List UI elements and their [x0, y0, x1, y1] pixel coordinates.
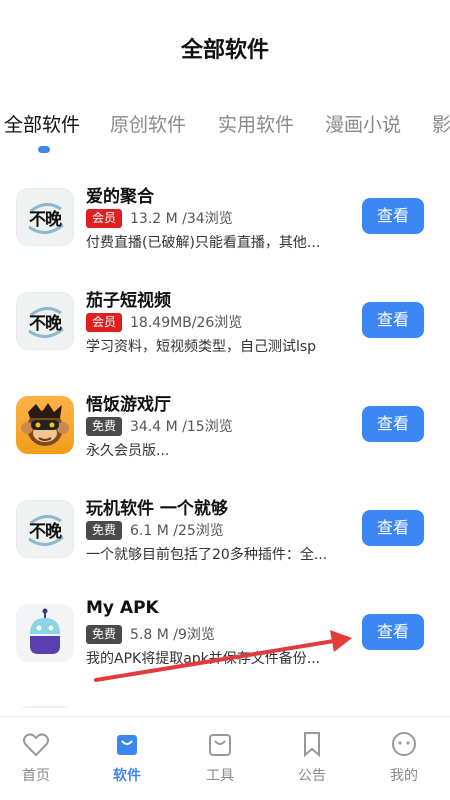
vip-badge: 会员 [86, 208, 123, 228]
nav-label: 软件 [113, 768, 141, 784]
view-button[interactable]: 查看 [362, 302, 424, 338]
free-badge: 免费 [86, 624, 123, 644]
view-button[interactable]: 查看 [362, 406, 424, 442]
list-item[interactable]: 不晚 茄子短视频 会员 18.49MB/26浏览 学习资料，短视频类型，自己测试… [0, 272, 450, 376]
header: 全部软件 [0, 0, 450, 100]
buwan-logo-icon: 不晚 [16, 292, 74, 350]
nav-tools[interactable]: 工具 [190, 729, 250, 785]
nav-software[interactable]: 软件 [97, 729, 157, 785]
size-views: 6.1 M /25浏览 [130, 523, 224, 539]
app-meta: 会员 18.49MB/26浏览 [86, 312, 242, 332]
nav-label: 我的 [390, 768, 418, 784]
size-views: 34.4 M /15浏览 [130, 419, 233, 435]
software-list: 不晚 爱的聚合 会员 13.2 M /34浏览 付费直播(已破解)只能看直播，其… [0, 168, 450, 708]
view-button[interactable]: 查看 [362, 510, 424, 546]
app-description: 我的APK将提取apk并保存文件备份... [86, 651, 321, 667]
app-description: 一个就够目前包括了20多种插件：全... [86, 547, 328, 563]
nav-label: 工具 [206, 768, 234, 784]
list-item[interactable]: My APK 免费 5.8 M /9浏览 我的APK将提取apk并保存文件备份.… [0, 584, 450, 688]
nav-mine[interactable]: 我的 [374, 729, 434, 785]
category-tabs: 全部软件 原创软件 实用软件 漫画小说 影 [0, 104, 450, 154]
app-meta: 免费 6.1 M /25浏览 [86, 520, 224, 540]
heart-icon [23, 733, 49, 757]
size-views: 5.8 M /9浏览 [130, 627, 215, 643]
list-item[interactable]: 不晚 玩机软件 一个就够 免费 6.1 M /25浏览 一个就够目前包括了20多… [0, 480, 450, 584]
tab-utility-software[interactable]: 实用软件 [218, 110, 294, 137]
tab-original-software[interactable]: 原创软件 [110, 110, 186, 137]
app-description: 学习资料，短视频类型，自己测试lsp [86, 339, 317, 355]
app-meta: 会员 13.2 M /34浏览 [86, 208, 233, 228]
buwan-logo-icon: 不晚 [16, 188, 74, 246]
view-button[interactable]: 查看 [362, 614, 424, 650]
size-views: 18.49MB/26浏览 [130, 315, 243, 331]
buwan-logo-icon: 不晚 [16, 500, 74, 558]
tab-comics-novels[interactable]: 漫画小说 [325, 110, 401, 137]
list-item[interactable]: 不晚 爱的聚合 会员 13.2 M /34浏览 付费直播(已破解)只能看直播，其… [0, 168, 450, 272]
buwan-logo-text: 不晚 [29, 209, 62, 230]
app-name: 悟饭游戏厅 [86, 395, 171, 415]
face-icon [392, 732, 416, 756]
bookmark-icon [304, 732, 320, 758]
page-title: 全部软件 [180, 38, 269, 63]
view-button[interactable]: 查看 [362, 198, 424, 234]
nav-home[interactable]: 首页 [6, 729, 66, 785]
tab-video[interactable]: 影 [432, 110, 450, 137]
buwan-logo-text: 不晚 [29, 521, 62, 542]
app-meta: 免费 34.4 M /15浏览 [86, 416, 233, 436]
bag-outline-icon [209, 734, 231, 756]
nav-label: 首页 [22, 768, 50, 784]
list-item-partial[interactable] [0, 688, 450, 708]
app-meta: 免费 5.8 M /9浏览 [86, 624, 215, 644]
monkey-gamepad-icon [16, 396, 74, 454]
shopping-bag-icon [117, 735, 137, 755]
nav-label: 公告 [298, 768, 326, 784]
free-badge: 免费 [86, 520, 123, 540]
vip-badge: 会员 [86, 312, 123, 332]
app-name: 爱的聚合 [86, 187, 154, 207]
app-description: 付费直播(已破解)只能看直播，其他... [86, 235, 321, 251]
app-icon-partial [16, 706, 74, 708]
bottom-navigation: 首页 软件 工具 公告 我的 [0, 716, 450, 800]
buwan-logo-text: 不晚 [29, 313, 62, 334]
list-item[interactable]: 悟饭游戏厅 免费 34.4 M /15浏览 永久会员版... 查看 [0, 376, 450, 480]
android-robot-icon [16, 604, 74, 662]
size-views: 13.2 M /34浏览 [130, 211, 233, 227]
app-name: 玩机软件 一个就够 [86, 499, 228, 519]
tab-all-software[interactable]: 全部软件 [4, 110, 80, 137]
app-description: 永久会员版... [86, 443, 170, 459]
nav-announcements[interactable]: 公告 [282, 729, 342, 785]
active-tab-indicator [38, 146, 50, 153]
app-name: 茄子短视频 [86, 291, 171, 311]
app-name: My APK [86, 598, 159, 618]
free-badge: 免费 [86, 416, 123, 436]
